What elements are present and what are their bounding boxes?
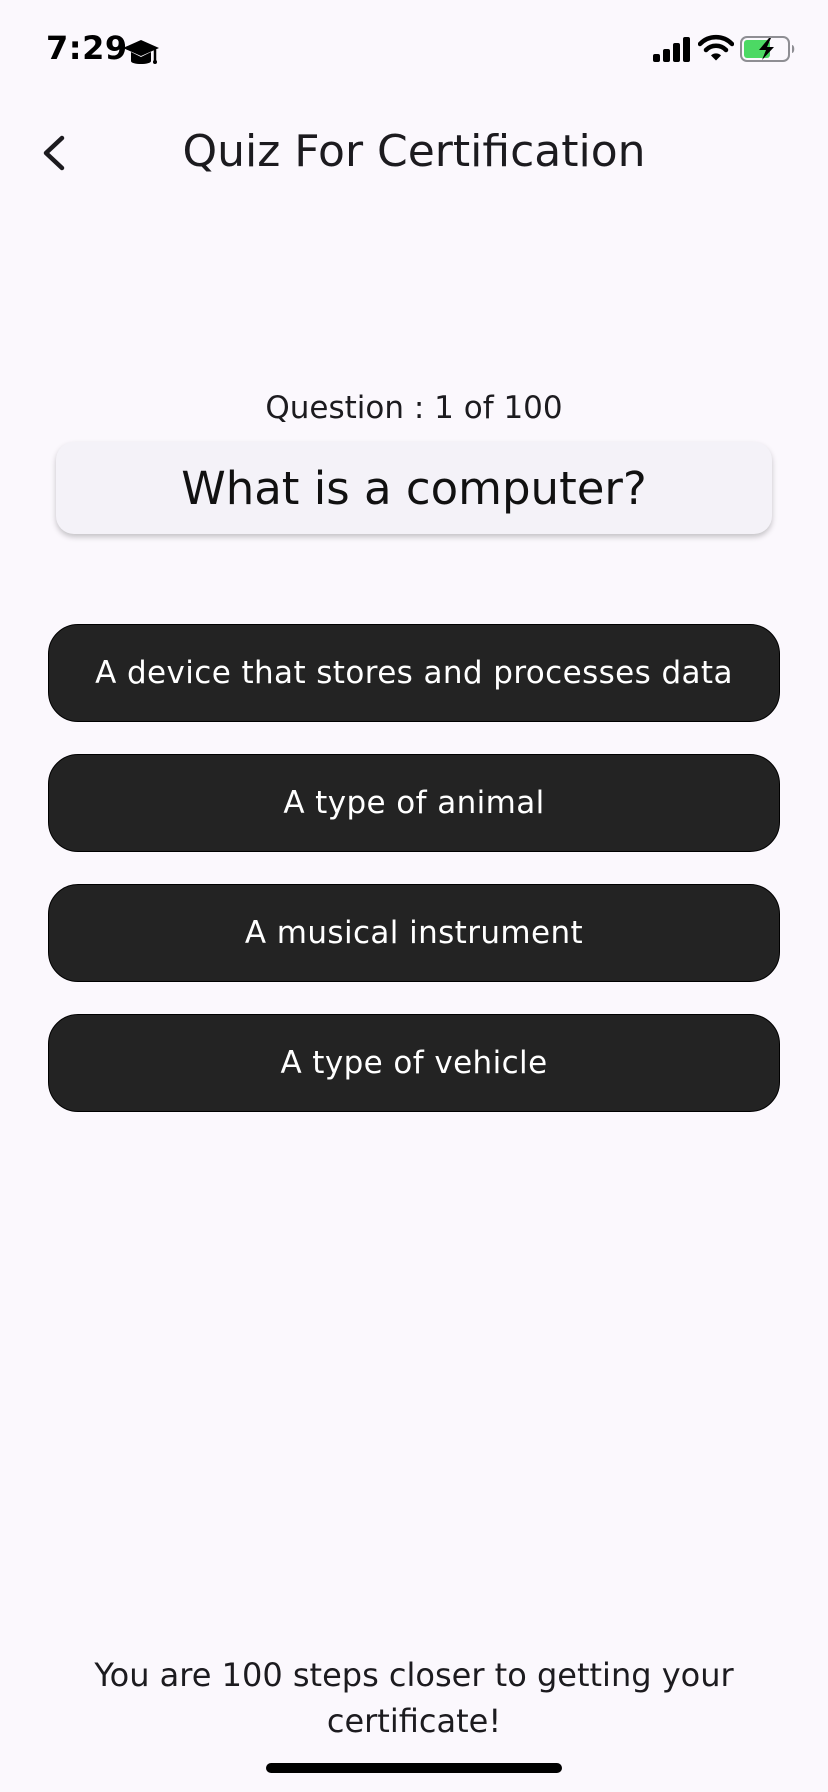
question-card: What is a computer? [56, 442, 772, 534]
home-indicator[interactable] [266, 1763, 562, 1773]
wifi-icon [698, 34, 734, 61]
graduation-cap-icon [123, 40, 159, 64]
answer-option-button[interactable]: A type of vehicle [48, 1014, 780, 1112]
question-counter: Question : 1 of 100 [265, 390, 563, 426]
question-text: What is a computer? [181, 461, 647, 515]
progress-message: You are 100 steps closer to getting your… [94, 1656, 734, 1740]
battery-charging-icon [740, 36, 795, 62]
answer-option-button[interactable]: A device that stores and processes data [48, 624, 780, 722]
answer-options: A device that stores and processes data … [48, 624, 780, 1144]
status-time: 7:29 [46, 29, 128, 67]
status-bar: 7:29 [0, 0, 828, 100]
answer-option-button[interactable]: A type of animal [48, 754, 780, 852]
cellular-signal-icon [653, 37, 690, 62]
answer-option-button[interactable]: A musical instrument [48, 884, 780, 982]
app-bar: Quiz For Certification [0, 110, 828, 196]
page-title: Quiz For Certification [182, 126, 646, 177]
